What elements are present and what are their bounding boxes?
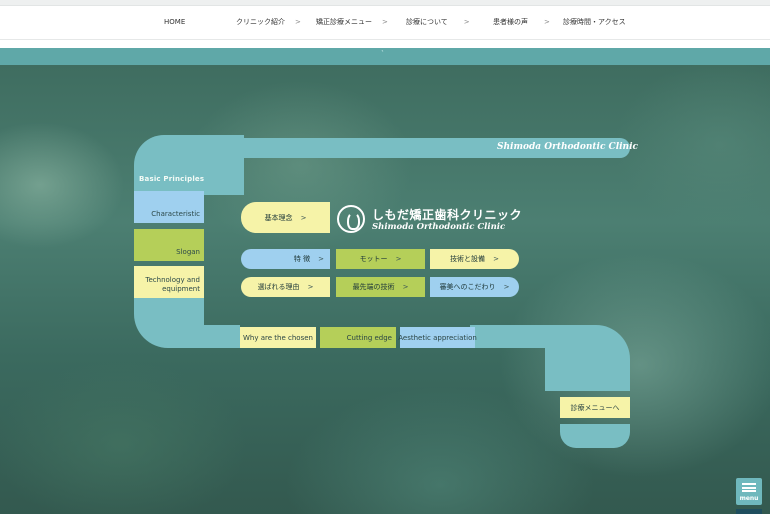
motto-label: モットー <box>359 255 388 263</box>
features-button[interactable]: 特 徴 > <box>241 249 330 269</box>
chevron-right-icon: > <box>318 255 324 263</box>
nav-clinic-intro[interactable]: クリニック紹介 > <box>236 6 301 40</box>
motto-button[interactable]: モットー > <box>336 249 425 269</box>
teal-accent-bar: ` <box>0 48 770 65</box>
reasons-button[interactable]: 選ばれる理由 > <box>241 277 330 297</box>
chevron-right-icon: > <box>544 18 550 26</box>
technology-equipment-button[interactable]: 技術と設備 > <box>430 249 519 269</box>
why-chosen-label: Why are the chosen <box>243 333 313 342</box>
chevron-right-icon: > <box>382 18 388 26</box>
reasons-label: 選ばれる理由 <box>257 283 300 291</box>
cutting-edge-label: 最先端の技術 <box>352 283 395 291</box>
features-label: 特 徴 <box>293 255 311 263</box>
treatment-menu-link[interactable]: 診療メニューへ <box>560 397 630 418</box>
basic-principles-button[interactable]: 基本理念 > <box>241 202 330 233</box>
top-pill-title: Shimoda Orthodontic Clinic <box>497 142 639 152</box>
aesthetics-button[interactable]: 審美へのこだわり > <box>430 277 519 297</box>
sidebar-title: Basic Principles <box>139 175 205 183</box>
nav-hours-access-label: 診療時間・アクセス <box>563 18 626 26</box>
sidebar-item-technology-label: Technology and equipment <box>145 276 200 293</box>
clinic-name-jp: しもだ矯正歯科クリニック <box>372 208 523 222</box>
teal-bar-mark: ` <box>381 50 385 58</box>
sidebar-item-slogan-label: Slogan <box>176 248 200 256</box>
menu-button-label: menu <box>739 495 759 502</box>
nav-patient-voices-label: 患者様の声 <box>493 18 528 26</box>
sidebar-item-slogan[interactable]: Slogan <box>134 229 204 261</box>
panel-bottom-cap <box>560 424 630 448</box>
why-chosen-link[interactable]: Why are the chosen <box>240 327 316 348</box>
main-navigation: HOME クリニック紹介 > 矯正診療メニュー > 診療について > 患者様の声 > 診… <box>0 6 770 40</box>
cutting-edge-button[interactable]: 最先端の技術 > <box>336 277 425 297</box>
chevron-right-icon: > <box>307 283 314 291</box>
chevron-right-icon: > <box>493 255 499 263</box>
basic-principles-label: 基本理念 <box>264 213 293 222</box>
nav-clinic-intro-label: クリニック紹介 <box>236 18 285 26</box>
chevron-right-icon: > <box>463 18 470 26</box>
chevron-right-icon: > <box>295 18 301 26</box>
treatment-menu-link-label: 診療メニューへ <box>570 403 620 412</box>
sidebar-item-characteristic-label: Characteristic <box>151 210 200 218</box>
chevron-right-icon: > <box>300 213 307 222</box>
sidebar-item-characteristic[interactable]: Characteristic <box>134 191 204 223</box>
nav-home[interactable]: HOME <box>164 6 185 40</box>
cutting-edge-link[interactable]: Cutting edge <box>320 327 396 348</box>
aesthetic-appreciation-link[interactable]: Aesthetic appreciation <box>398 327 477 348</box>
nav-patient-voices[interactable]: 患者様の声 > <box>493 6 550 40</box>
chevron-right-icon: > <box>402 283 409 291</box>
nav-hours-access[interactable]: 診療時間・アクセス <box>563 6 626 40</box>
nav-treatment-menu-label: 矯正診療メニュー <box>316 18 372 26</box>
aesthetic-appreciation-label: Aesthetic appreciation <box>398 333 477 342</box>
nav-about-treatment-label: 診療について <box>406 18 448 26</box>
nav-about-treatment[interactable]: 診療について > <box>406 6 470 40</box>
panel-bottom-connector <box>180 325 240 348</box>
panel-right-corner <box>545 325 630 391</box>
chevron-right-icon: > <box>503 283 510 291</box>
aesthetics-label: 審美へのこだわり <box>439 283 496 291</box>
chevron-right-icon: > <box>395 255 402 263</box>
clinic-logo-icon <box>337 205 365 233</box>
clinic-name-en: Shimoda Orthodontic Clinic <box>372 222 506 232</box>
menu-button[interactable]: menu <box>736 478 762 505</box>
technology-equipment-label: 技術と設備 <box>450 255 486 263</box>
hamburger-icon <box>742 483 756 492</box>
cutting-edge-link-label: Cutting edge <box>346 333 392 342</box>
page-corner-block <box>736 509 762 514</box>
nav-home-label: HOME <box>164 18 186 26</box>
nav-treatment-menu[interactable]: 矯正診療メニュー > <box>316 6 388 40</box>
sidebar-item-technology[interactable]: Technology and equipment <box>134 266 204 298</box>
